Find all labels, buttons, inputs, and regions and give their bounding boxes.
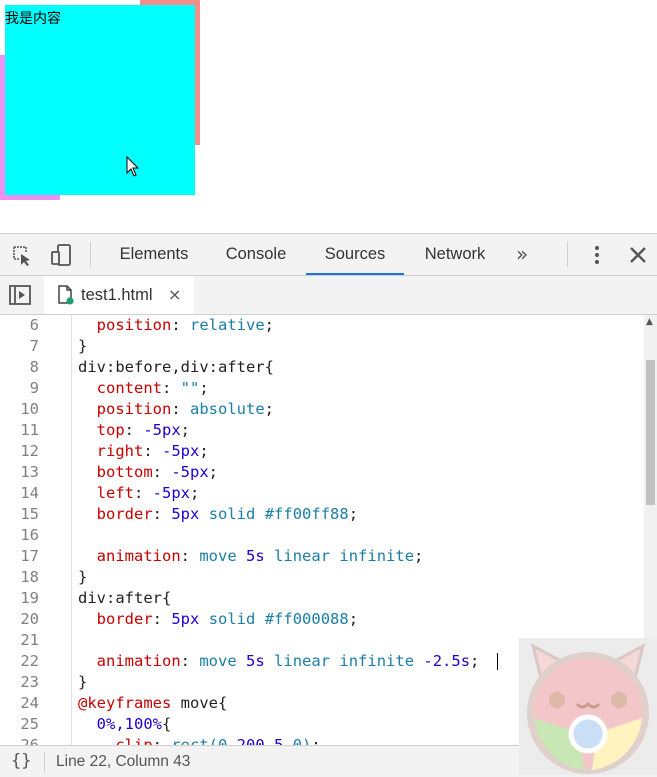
file-tab-label: test1.html xyxy=(81,286,153,304)
code-line[interactable]: position: absolute; xyxy=(78,399,274,420)
file-tab-test1[interactable]: test1.html × xyxy=(44,276,194,314)
code-line[interactable]: position: relative; xyxy=(78,315,274,336)
code-line[interactable]: right: -5px; xyxy=(78,441,209,462)
device-toolbar-icon[interactable] xyxy=(49,243,73,267)
line-number: 18 xyxy=(20,568,39,586)
code-line[interactable]: } xyxy=(78,336,87,357)
line-number: 23 xyxy=(20,673,39,691)
cursor-position-text: Line 22, Column 43 xyxy=(56,753,191,770)
content-box: 我是内容 xyxy=(5,5,195,195)
more-tabs-icon[interactable]: » xyxy=(516,242,540,266)
code-line[interactable]: div:before,div:after{ xyxy=(78,357,274,378)
toolbar-separator xyxy=(567,242,568,267)
line-number: 8 xyxy=(29,358,39,376)
line-number: 19 xyxy=(20,589,39,607)
line-number: 10 xyxy=(20,400,39,418)
html-file-icon xyxy=(58,285,74,305)
tab-sources[interactable]: Sources xyxy=(306,234,404,275)
line-number: 13 xyxy=(20,463,39,481)
code-line[interactable]: 0%,100%{ xyxy=(78,714,172,735)
line-number: 16 xyxy=(20,526,39,544)
line-number: 12 xyxy=(20,442,39,460)
mouse-cursor-icon xyxy=(126,156,140,177)
text-caret xyxy=(497,653,498,670)
tab-console[interactable]: Console xyxy=(212,234,300,273)
code-line[interactable]: @keyframes move{ xyxy=(78,693,227,714)
code-line[interactable]: div:after{ xyxy=(78,588,171,609)
code-line[interactable]: } xyxy=(78,672,87,693)
inspect-element-icon[interactable] xyxy=(10,243,34,267)
line-number: 14 xyxy=(20,484,39,502)
code-line[interactable]: left: -5px; xyxy=(78,483,200,504)
toolbar-separator xyxy=(90,242,91,267)
code-line[interactable]: bottom: -5px; xyxy=(78,462,218,483)
line-number: 17 xyxy=(20,547,39,565)
box-text: 我是内容 xyxy=(5,11,61,27)
line-number: 22 xyxy=(20,652,39,670)
scroll-up-icon[interactable]: ▲ xyxy=(646,318,655,327)
code-line[interactable]: border: 5px solid #ff000088; xyxy=(78,609,358,630)
toggle-navigator-icon[interactable] xyxy=(8,283,32,307)
line-number: 26 xyxy=(20,736,39,745)
line-number: 9 xyxy=(29,379,39,397)
line-number: 24 xyxy=(20,694,39,712)
page-preview: 我是内容 xyxy=(0,0,657,233)
cat-mascot-icon xyxy=(519,638,657,775)
line-number: 11 xyxy=(20,421,39,439)
line-number: 6 xyxy=(29,316,39,334)
code-line[interactable]: animation: move 5s linear infinite -2.5s… xyxy=(78,651,480,672)
line-number: 15 xyxy=(20,505,39,523)
close-devtools-icon[interactable] xyxy=(626,243,650,267)
line-number-gutter: 6 7 8 9 10 11 12 13 14 15 16 17 18 19 20 21 22 23 24 25 26 xyxy=(0,315,72,745)
kebab-menu-icon[interactable] xyxy=(585,243,609,267)
devtools-toolbar: Elements Console Sources Network » xyxy=(0,234,657,276)
line-number: 21 xyxy=(20,631,39,649)
code-line[interactable]: animation: move 5s linear infinite; xyxy=(78,546,424,567)
code-line[interactable]: content: ""; xyxy=(78,378,209,399)
code-line[interactable]: border: 5px solid #ff00ff88; xyxy=(78,504,358,525)
scrollbar-thumb[interactable] xyxy=(646,360,655,505)
tab-network[interactable]: Network xyxy=(410,234,500,273)
file-tab-bar: test1.html × xyxy=(0,276,657,315)
line-number: 7 xyxy=(29,337,39,355)
code-line[interactable]: top: -5px; xyxy=(78,420,190,441)
code-line[interactable]: } xyxy=(78,567,87,588)
tab-elements[interactable]: Elements xyxy=(108,234,200,273)
line-number: 20 xyxy=(20,610,39,628)
close-file-icon[interactable]: × xyxy=(168,276,181,314)
line-number: 25 xyxy=(20,715,39,733)
code-line[interactable]: clip: rect(0 200 5 0); xyxy=(78,735,320,745)
status-separator xyxy=(44,752,45,772)
pretty-print-icon[interactable]: {} xyxy=(11,746,31,777)
